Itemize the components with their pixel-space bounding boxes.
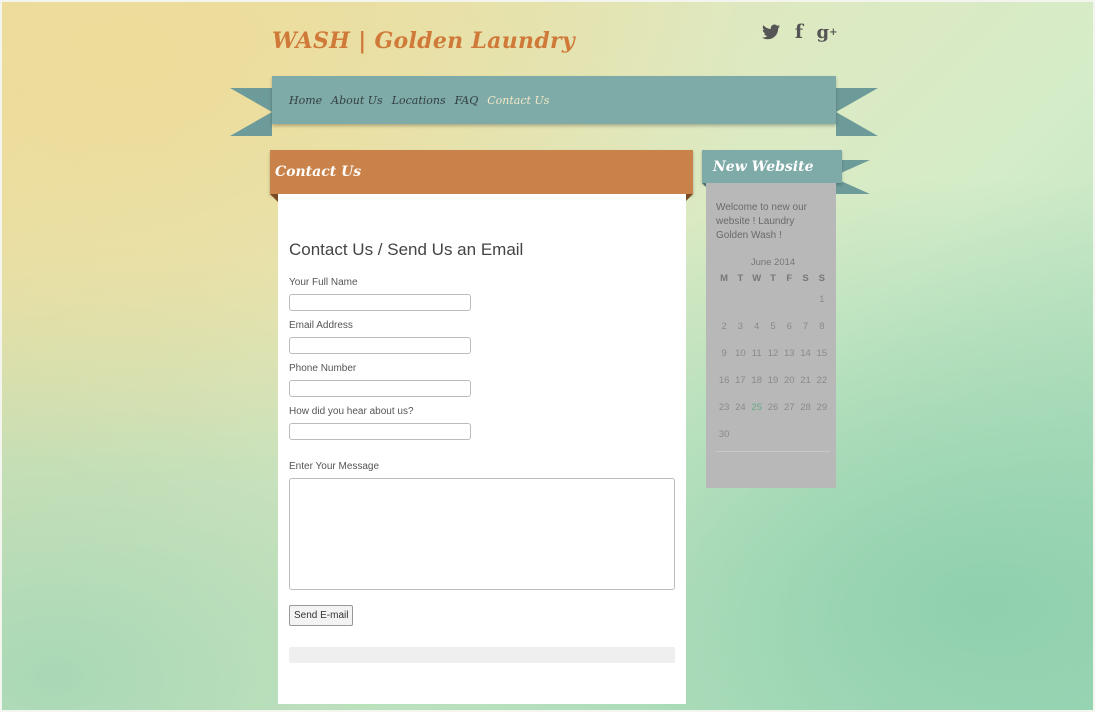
- weekday-mon: M: [720, 273, 729, 284]
- calendar-week-row: 2345678: [716, 313, 830, 340]
- calendar-weekday-row: M T W T F S S: [716, 271, 830, 286]
- facebook-icon[interactable]: f: [788, 20, 810, 44]
- calendar-day[interactable]: 1: [814, 286, 830, 313]
- weekday-thu: T: [770, 273, 776, 284]
- full-name-label: Your Full Name: [289, 277, 358, 288]
- email-label: Email Address: [289, 320, 353, 331]
- calendar-day[interactable]: 11: [749, 340, 765, 367]
- message-label: Enter Your Message: [289, 461, 380, 472]
- twitter-icon-glyph: [762, 24, 780, 40]
- twitter-icon[interactable]: [760, 20, 782, 44]
- email-input[interactable]: [289, 337, 471, 354]
- calendar-empty-cell: [716, 286, 732, 313]
- calendar-day[interactable]: 22: [814, 367, 830, 394]
- calendar-day[interactable]: 20: [781, 367, 797, 394]
- nav-ribbon-tail-right: [836, 88, 878, 136]
- form-footer-bar: [289, 647, 675, 663]
- weekday-fri: F: [786, 273, 793, 284]
- calendar-empty-cell: [765, 286, 781, 313]
- calendar-day[interactable]: 10: [732, 340, 748, 367]
- referral-label: How did you hear about us?: [289, 406, 414, 417]
- calendar-empty-cell: [797, 421, 813, 448]
- calendar-day[interactable]: 7: [797, 313, 813, 340]
- referral-input[interactable]: [289, 423, 471, 440]
- calendar-day[interactable]: 8: [814, 313, 830, 340]
- calendar-empty-cell: [749, 286, 765, 313]
- calendar-day[interactable]: 5: [765, 313, 781, 340]
- calendar-empty-cell: [781, 421, 797, 448]
- calendar-day[interactable]: 4: [749, 313, 765, 340]
- calendar-day[interactable]: 2: [716, 313, 732, 340]
- header-fold-right: [685, 194, 693, 202]
- calendar-week-row: 1: [716, 286, 830, 313]
- phone-label: Phone Number: [289, 363, 357, 374]
- header-fold-left: [270, 194, 278, 202]
- main-section-title: Contact Us: [275, 164, 362, 180]
- main-section-header: Contact Us: [270, 150, 693, 194]
- calendar-day[interactable]: 18: [749, 367, 765, 394]
- calendar-table: M T W T F S S 1 2 3 4 5 6 7 8 9 10 11 12 13 14 15 16 17 1…: [716, 271, 830, 448]
- calendar-day[interactable]: 14: [797, 340, 813, 367]
- social-links: f g +: [760, 20, 838, 44]
- calendar-week-row: 9 10 11 12 13 14 15: [716, 340, 830, 367]
- calendar-empty-cell: [732, 286, 748, 313]
- calendar-empty-cell: [749, 421, 765, 448]
- calendar-day[interactable]: 12: [765, 340, 781, 367]
- calendar-day[interactable]: 25: [749, 394, 765, 421]
- full-name-input[interactable]: [289, 294, 471, 311]
- calendar-day[interactable]: 6: [781, 313, 797, 340]
- calendar-day[interactable]: 19: [765, 367, 781, 394]
- calendar-caption: June 2014: [750, 257, 796, 268]
- calendar-day[interactable]: 30: [716, 421, 732, 448]
- calendar-day[interactable]: 26: [765, 394, 781, 421]
- calendar-day[interactable]: 16: [716, 367, 732, 394]
- nav-item-contact-us[interactable]: Contact Us: [487, 94, 549, 107]
- calendar-divider: [716, 451, 830, 452]
- calendar-day[interactable]: 23: [716, 394, 732, 421]
- nav-item-locations[interactable]: Locations: [392, 94, 446, 107]
- welcome-text: Welcome to new our website ! Laundry Gol…: [716, 202, 807, 241]
- weekday-tue: T: [737, 273, 744, 284]
- calendar-day[interactable]: 28: [797, 394, 813, 421]
- message-textarea[interactable]: [289, 478, 675, 590]
- calendar-empty-cell: [814, 421, 830, 448]
- send-email-button[interactable]: Send E-mail: [289, 605, 354, 626]
- calendar-day[interactable]: 9: [716, 340, 732, 367]
- calendar-week-row: 23 24 25 26 27 28 29: [716, 394, 830, 421]
- weekday-sun: S: [818, 273, 826, 284]
- calendar-day[interactable]: 15: [814, 340, 830, 367]
- form-title: Contact Us / Send Us an Email: [289, 240, 524, 259]
- nav-ribbon-tail-left: [230, 88, 272, 136]
- calendar-empty-cell: [797, 286, 813, 313]
- calendar-day[interactable]: 3: [732, 313, 748, 340]
- calendar-empty-cell: [732, 421, 748, 448]
- contact-form-panel: Contact Us / Send Us an Email Your Full …: [278, 194, 686, 704]
- calendar-week-row: 16 17 18 19 20 21 22: [716, 367, 830, 394]
- calendar-day[interactable]: 24: [732, 394, 748, 421]
- google-plus-icon[interactable]: g +: [816, 20, 838, 44]
- calendar-day[interactable]: 13: [781, 340, 797, 367]
- site-title[interactable]: WASH | Golden Laundry: [272, 28, 575, 54]
- calendar-body: 1 2 3 4 5 6 7 8 9 10 11 12 13 14 15 16 17 18 19 20 21 22 23 24 2…: [716, 286, 830, 448]
- weekday-wed: W: [752, 273, 762, 284]
- calendar-empty-cell: [781, 286, 797, 313]
- calendar: June 2014 M T W T F S S 1 2 3 4 5 6 7 8 9 10 11 12 1…: [716, 257, 830, 452]
- nav-item-home[interactable]: Home: [289, 94, 322, 107]
- sidebar-title: New Website: [713, 158, 814, 175]
- nav-item-about-us[interactable]: About Us: [331, 94, 383, 107]
- weekday-sat: S: [802, 273, 809, 284]
- sidebar-panel: Welcome to new our website ! Laundry Gol…: [706, 183, 836, 488]
- phone-input[interactable]: [289, 380, 471, 397]
- calendar-day[interactable]: 17: [732, 367, 748, 394]
- calendar-day[interactable]: 29: [814, 394, 830, 421]
- calendar-day[interactable]: 27: [781, 394, 797, 421]
- calendar-empty-cell: [765, 421, 781, 448]
- calendar-week-row: 30: [716, 421, 830, 448]
- main-nav: Home About Us Locations FAQ Contact Us: [272, 76, 836, 124]
- calendar-day[interactable]: 21: [797, 367, 813, 394]
- sidebar-header: New Website: [702, 150, 842, 183]
- nav-item-faq[interactable]: FAQ: [455, 94, 479, 107]
